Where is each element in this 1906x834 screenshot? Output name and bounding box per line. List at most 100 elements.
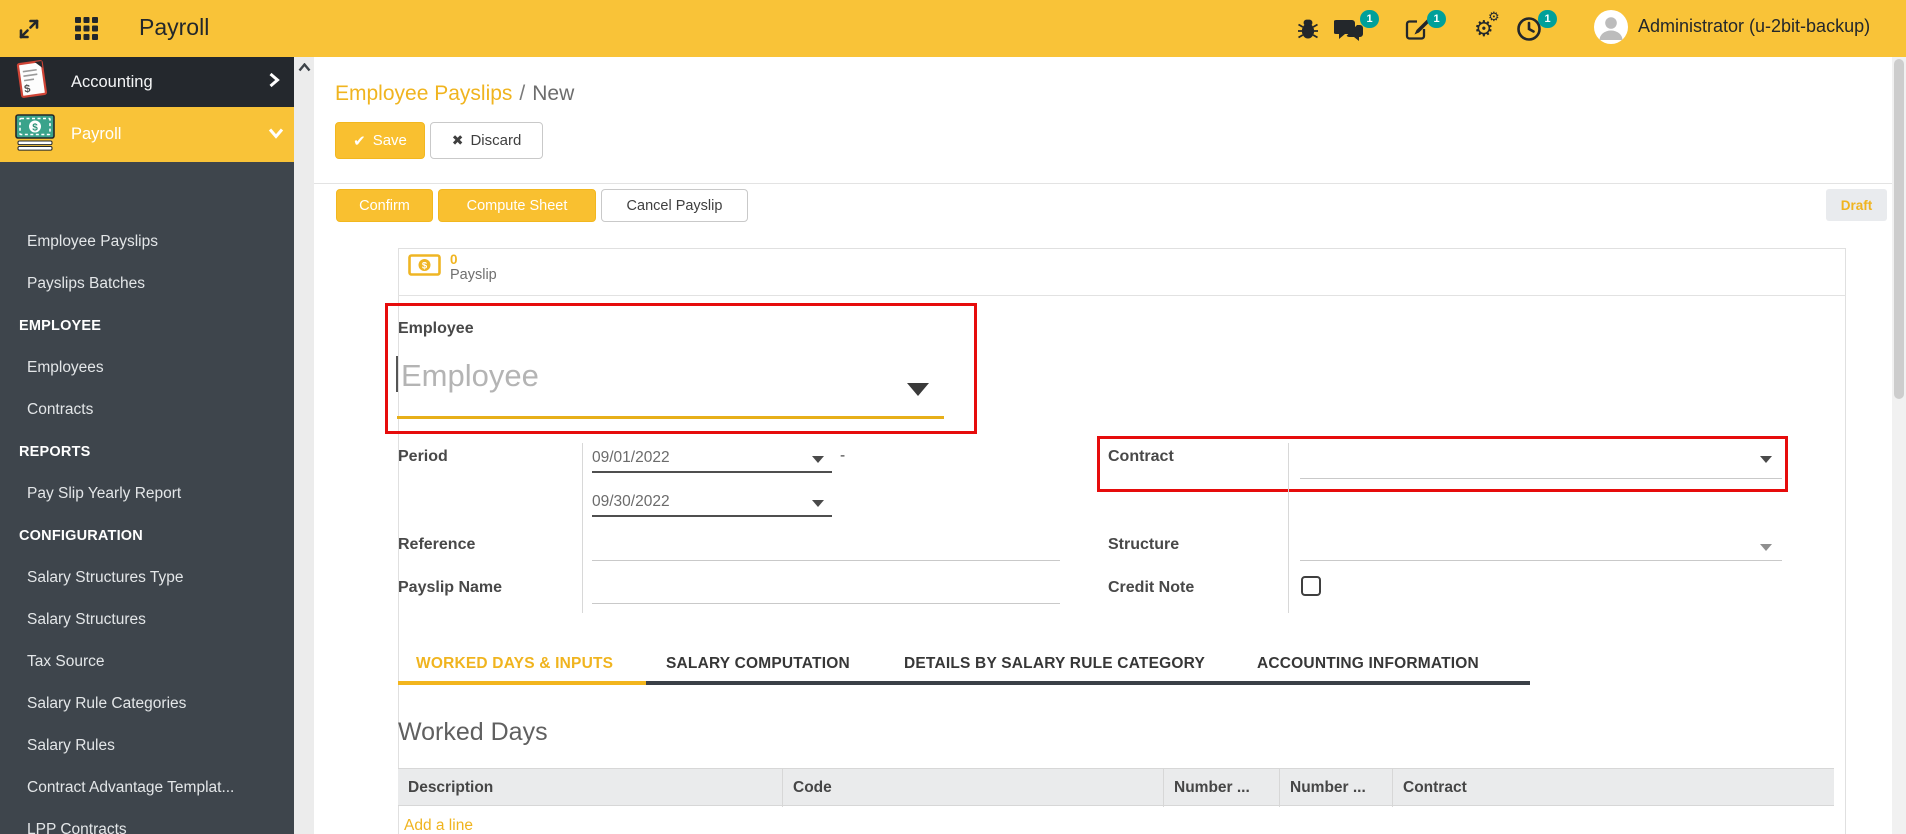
column-header-description[interactable]: Description (398, 769, 783, 807)
period-field-label: Period (398, 448, 448, 465)
chevron-down-icon (268, 126, 284, 144)
window-scrollbar[interactable] (1892, 57, 1906, 834)
svg-text:$: $ (32, 122, 38, 133)
user-avatar[interactable] (1594, 10, 1628, 44)
sidebar-item-salary-structures-type[interactable]: Salary Structures Type (0, 557, 294, 599)
bug-icon[interactable] (1296, 0, 1320, 57)
gears-icon[interactable]: ⚙ ⚙ (1474, 0, 1508, 57)
toolbar-divider (314, 183, 1892, 184)
sidebar-app-label: Accounting (71, 72, 153, 91)
activities-badge[interactable]: 1 (1427, 10, 1446, 28)
apps-grid-icon[interactable] (74, 0, 99, 57)
column-header-number-1[interactable]: Number ... (1164, 769, 1280, 807)
app-title: Payroll (139, 14, 210, 40)
discard-button[interactable]: ✖ Discard (430, 122, 543, 159)
breadcrumb-parent-link[interactable]: Employee Payslips (335, 82, 512, 105)
messages-badge[interactable]: 1 (1360, 10, 1379, 28)
sidebar: $ Accounting $ Payroll Employee Payslips… (0, 57, 294, 834)
structure-field-label: Structure (1108, 536, 1180, 553)
breadcrumb-separator: / (519, 82, 526, 105)
sidebar-item-salary-rules[interactable]: Salary Rules (0, 725, 294, 767)
credit-note-field-label: Credit Note (1108, 579, 1195, 596)
topbar: Payroll 1 1 ⚙ ⚙ 1 Administrator (u-2bit-… (0, 0, 1906, 57)
add-a-line-link[interactable]: Add a line (404, 817, 473, 834)
field-column-divider (1288, 443, 1289, 613)
period-range-separator: - (840, 447, 846, 464)
period-to-input[interactable]: 09/30/2022 (592, 493, 670, 511)
column-header-number-2[interactable]: Number ... (1280, 769, 1393, 807)
employee-input[interactable]: Employee (401, 358, 539, 394)
clock-icon[interactable] (1516, 0, 1542, 57)
chevron-right-icon (268, 72, 280, 93)
sidebar-item-employee-payslips[interactable]: Employee Payslips (0, 221, 294, 263)
annotation-box-contract (1097, 436, 1788, 492)
sidebar-item-payslips-batches[interactable]: Payslips Batches (0, 263, 294, 305)
compute-sheet-button[interactable]: Compute Sheet (438, 189, 596, 222)
smart-button-count: 0 (450, 252, 458, 267)
accounting-receipt-icon: $ (14, 58, 54, 107)
x-icon: ✖ (451, 132, 464, 148)
tab-bar-underline (646, 681, 1530, 685)
check-icon: ✔ (353, 132, 366, 150)
sidebar-app-payroll[interactable]: $ Payroll (0, 107, 294, 162)
sidebar-item-contracts[interactable]: Contracts (0, 389, 294, 431)
sidebar-section-reports: REPORTS (19, 444, 91, 460)
payslip-smart-button[interactable]: $ 0 Payslip (408, 252, 497, 284)
structure-dropdown-caret-icon[interactable] (1760, 544, 1772, 551)
sidebar-item-salary-rule-categories[interactable]: Salary Rule Categories (0, 683, 294, 725)
status-badge-draft: Draft (1826, 189, 1887, 221)
payroll-banknote-icon: $ (14, 113, 56, 156)
sidebar-item-salary-structures[interactable]: Salary Structures (0, 599, 294, 641)
scrollbar-thumb[interactable] (1894, 59, 1904, 399)
column-header-code[interactable]: Code (783, 769, 1164, 807)
employee-field-label: Employee (398, 320, 474, 337)
save-button[interactable]: ✔ Save (335, 122, 425, 159)
contract-dropdown-caret-icon[interactable] (1760, 456, 1772, 463)
reference-field-label: Reference (398, 536, 476, 553)
contract-underline (1300, 478, 1782, 479)
structure-underline (1300, 560, 1782, 561)
payslip-name-underline (592, 603, 1060, 604)
credit-note-checkbox[interactable] (1301, 576, 1321, 596)
field-column-divider (582, 443, 583, 613)
period-to-underline (592, 515, 832, 517)
sidebar-menu: Employee Payslips Payslips Batches EMPLO… (0, 221, 294, 834)
employee-dropdown-caret-icon[interactable] (907, 383, 929, 396)
period-from-input[interactable]: 09/01/2022 (592, 449, 670, 467)
sidebar-item-pay-slip-yearly-report[interactable]: Pay Slip Yearly Report (0, 473, 294, 515)
breadcrumb: Employee Payslips / New (335, 82, 574, 106)
tab-salary-computation[interactable]: SALARY COMPUTATION (666, 655, 850, 673)
text-cursor (396, 356, 398, 392)
smart-button-label: Payslip (450, 267, 497, 283)
sidebar-app-accounting[interactable]: $ Accounting (0, 57, 294, 107)
reference-underline (592, 560, 1060, 561)
tab-accounting-information[interactable]: ACCOUNTING INFORMATION (1257, 655, 1479, 673)
smart-button-row: $ 0 Payslip (398, 248, 1846, 296)
money-icon: $ (408, 254, 441, 282)
confirm-button[interactable]: Confirm (336, 189, 433, 222)
breadcrumb-current: New (532, 82, 575, 105)
user-menu[interactable]: Administrator (u-2bit-backup) (1638, 16, 1870, 37)
period-from-caret-icon[interactable] (812, 456, 824, 463)
messages-icon[interactable] (1334, 0, 1364, 57)
column-header-contract[interactable]: Contract (1393, 769, 1834, 807)
recent-badge[interactable]: 1 (1538, 10, 1557, 28)
payroll-app-window: Payroll 1 1 ⚙ ⚙ 1 Administrator (u-2bit-… (0, 0, 1906, 834)
sidebar-item-tax-source[interactable]: Tax Source (0, 641, 294, 683)
sidebar-item-lpp-contracts[interactable]: LPP Contracts (0, 809, 294, 834)
sidebar-item-contract-advantage-templates[interactable]: Contract Advantage Templat... (0, 767, 294, 809)
cancel-payslip-button[interactable]: Cancel Payslip (601, 189, 748, 222)
period-to-caret-icon[interactable] (812, 500, 824, 507)
activities-icon[interactable] (1404, 0, 1430, 57)
sidebar-item-employees[interactable]: Employees (0, 347, 294, 389)
tab-worked-days-inputs[interactable]: WORKED DAYS & INPUTS (416, 655, 613, 673)
sidebar-scrollbar[interactable] (294, 57, 314, 834)
sidebar-section-configuration: CONFIGURATION (19, 528, 143, 544)
sidebar-app-label: Payroll (71, 125, 122, 143)
sidebar-section-employee: EMPLOYEE (19, 318, 102, 334)
worked-days-table-header: Description Code Number ... Number ... C… (398, 768, 1834, 807)
active-tab-underline (398, 681, 646, 685)
scroll-up-icon[interactable] (294, 57, 314, 77)
collapse-menu-icon[interactable] (16, 0, 42, 57)
tab-details-by-salary-rule-category[interactable]: DETAILS BY SALARY RULE CATEGORY (904, 655, 1205, 673)
